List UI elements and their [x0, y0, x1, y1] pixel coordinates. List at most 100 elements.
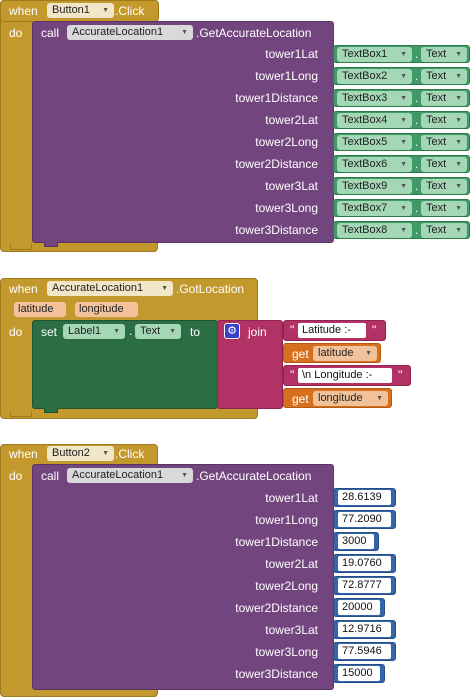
- component-name: TextBox1: [342, 48, 388, 60]
- component-dropdown[interactable]: AccurateLocation1 ▼: [47, 281, 173, 296]
- param-latitude[interactable]: latitude: [14, 302, 66, 317]
- component-dropdown[interactable]: TextBox1 ▼: [337, 47, 412, 62]
- text-value[interactable]: \n Longitude :-: [298, 368, 392, 383]
- method-name: .GetAccurateLocation: [196, 26, 312, 40]
- component-dropdown[interactable]: Button2 ▼: [47, 446, 114, 461]
- number-value[interactable]: 19.0760: [338, 556, 391, 571]
- variable-dropdown[interactable]: latitude ▼: [313, 346, 377, 361]
- arg-label: tower2Long: [255, 579, 318, 593]
- method-name: .GetAccurateLocation: [196, 469, 312, 483]
- component-name: Button2: [52, 447, 90, 459]
- arg-label: tower3Distance: [235, 223, 318, 237]
- open-quote: ": [290, 368, 295, 382]
- number-value[interactable]: 3000: [338, 534, 374, 549]
- number-value[interactable]: 28.6139: [338, 490, 391, 505]
- dot-separator: .: [415, 69, 419, 83]
- arg-label: tower1Distance: [235, 91, 318, 105]
- component-dropdown[interactable]: TextBox3 ▼: [337, 91, 412, 106]
- procedure-dropdown[interactable]: AccurateLocation1 ▼: [67, 468, 193, 483]
- property-dropdown[interactable]: Text ▼: [421, 47, 467, 62]
- block-notch: [44, 408, 58, 413]
- property-name: Text: [426, 202, 447, 214]
- dot-separator: .: [415, 91, 419, 105]
- property-dropdown[interactable]: Text ▼: [421, 91, 467, 106]
- property-dropdown[interactable]: Text ▼: [421, 201, 467, 216]
- property-dropdown[interactable]: Text ▼: [421, 223, 467, 238]
- arg-label: tower1Distance: [235, 535, 318, 549]
- chevron-down-icon: ▼: [161, 285, 168, 292]
- property-dropdown[interactable]: Text ▼: [421, 135, 467, 150]
- procedure-name: AccurateLocation1: [72, 26, 164, 38]
- dot-separator: .: [129, 324, 133, 338]
- chevron-down-icon: ▼: [400, 51, 407, 58]
- dot-separator: .: [415, 179, 419, 193]
- component-dropdown[interactable]: TextBox7 ▼: [337, 201, 412, 216]
- event-name: .Click: [115, 447, 145, 461]
- block-notch: [10, 411, 32, 417]
- event-name: .GotLocation: [176, 282, 245, 296]
- arg-label: tower1Long: [255, 513, 318, 527]
- join-keyword: join: [248, 325, 267, 339]
- get-keyword: get: [292, 347, 309, 361]
- arg-label: tower2Lat: [265, 557, 318, 571]
- arg-label: tower3Lat: [265, 179, 318, 193]
- variable-name: longitude: [318, 392, 363, 404]
- number-value[interactable]: 77.2090: [338, 512, 391, 527]
- property-dropdown[interactable]: Text ▼: [421, 69, 467, 84]
- component-name: TextBox5: [342, 136, 388, 148]
- chevron-down-icon: ▼: [400, 95, 407, 102]
- chevron-down-icon: ▼: [400, 227, 407, 234]
- property-name: Text: [426, 92, 447, 104]
- property-name: Text: [426, 136, 447, 148]
- event-name: .Click: [115, 4, 145, 18]
- component-dropdown[interactable]: TextBox9 ▼: [337, 179, 412, 194]
- chevron-down-icon: ▼: [102, 450, 109, 457]
- arg-label: tower3Distance: [235, 667, 318, 681]
- component-name: TextBox7: [342, 202, 388, 214]
- number-value[interactable]: 20000: [338, 600, 380, 615]
- component-name: Button1: [52, 4, 90, 16]
- property-dropdown[interactable]: Text ▼: [135, 324, 181, 339]
- param-name: latitude: [18, 303, 54, 315]
- component-name: TextBox3: [342, 92, 388, 104]
- chevron-down-icon: ▼: [181, 472, 188, 479]
- chevron-down-icon: ▼: [400, 183, 407, 190]
- property-dropdown[interactable]: Text ▼: [421, 157, 467, 172]
- chevron-down-icon: ▼: [376, 395, 383, 402]
- arg-label: tower1Lat: [265, 491, 318, 505]
- do-keyword: do: [9, 26, 23, 40]
- chevron-down-icon: ▼: [455, 139, 462, 146]
- component-dropdown[interactable]: TextBox6 ▼: [337, 157, 412, 172]
- component-dropdown[interactable]: TextBox5 ▼: [337, 135, 412, 150]
- component-dropdown[interactable]: TextBox4 ▼: [337, 113, 412, 128]
- property-dropdown[interactable]: Text ▼: [421, 113, 467, 128]
- call-keyword: call: [41, 26, 60, 40]
- property-dropdown[interactable]: Text ▼: [421, 179, 467, 194]
- component-dropdown[interactable]: TextBox2 ▼: [337, 69, 412, 84]
- chevron-down-icon: ▼: [455, 183, 462, 190]
- property-name: Text: [426, 224, 447, 236]
- gear-icon[interactable]: ⚙: [224, 323, 240, 339]
- number-value[interactable]: 72.8777: [338, 578, 391, 593]
- number-value[interactable]: 12.9716: [338, 622, 391, 637]
- number-value[interactable]: 77.5946: [338, 644, 391, 659]
- component-dropdown[interactable]: Label1 ▼: [63, 324, 125, 339]
- arg-label: tower2Distance: [235, 601, 318, 615]
- component-name: TextBox2: [342, 70, 388, 82]
- chevron-down-icon: ▼: [181, 29, 188, 36]
- text-value[interactable]: Latitude :-: [298, 323, 366, 338]
- open-quote: ": [290, 323, 295, 337]
- block-notch: [10, 244, 32, 250]
- component-dropdown[interactable]: TextBox8 ▼: [337, 223, 412, 238]
- property-name: Text: [426, 180, 447, 192]
- property-name: Text: [426, 158, 447, 170]
- component-dropdown[interactable]: Button1 ▼: [47, 3, 114, 18]
- component-name: AccurateLocation1: [52, 282, 144, 294]
- arg-label: tower3Long: [255, 645, 318, 659]
- arg-label: tower3Lat: [265, 623, 318, 637]
- variable-dropdown[interactable]: longitude ▼: [313, 391, 388, 406]
- chevron-down-icon: ▼: [102, 7, 109, 14]
- procedure-dropdown[interactable]: AccurateLocation1 ▼: [67, 25, 193, 40]
- number-value[interactable]: 15000: [338, 666, 380, 681]
- param-longitude[interactable]: longitude: [75, 302, 138, 317]
